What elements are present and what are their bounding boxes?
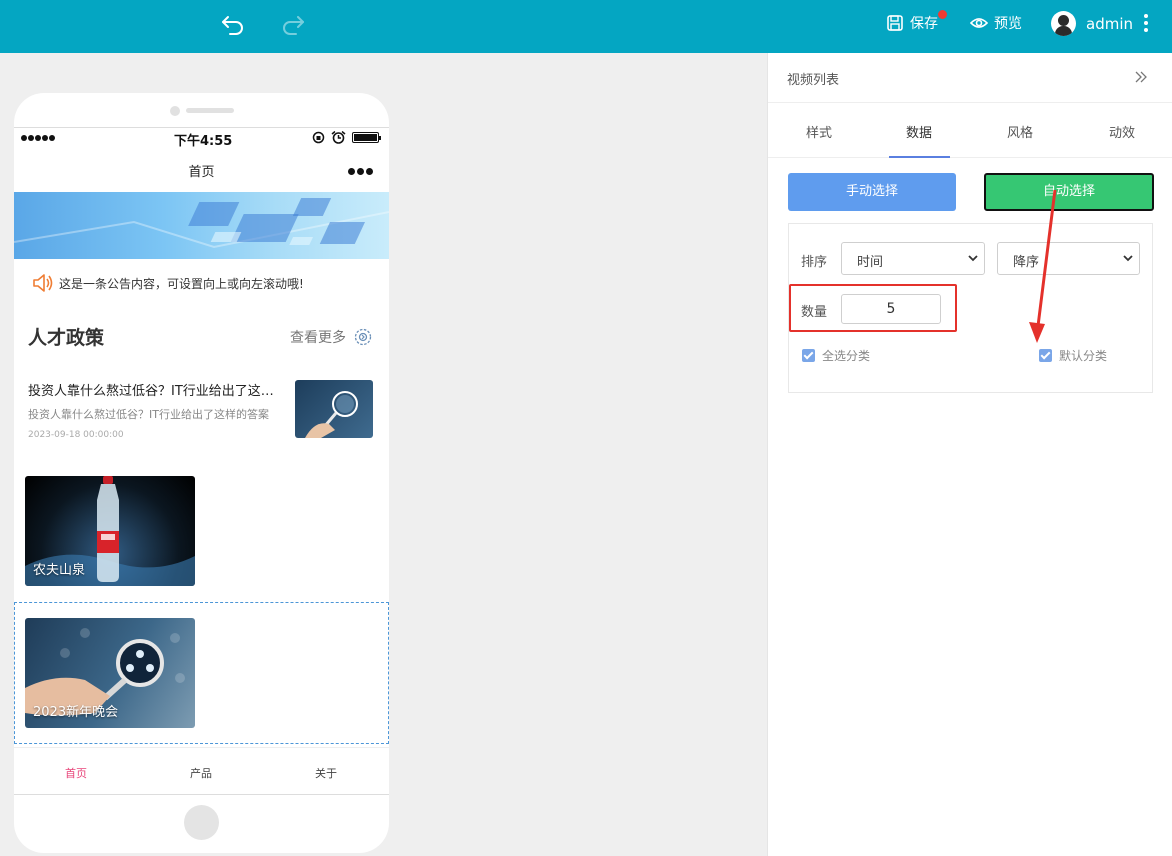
gear-arrow-icon — [354, 328, 372, 346]
notice-bar: 这是一条公告内容，可设置向上或向左滚动哦! — [32, 273, 304, 293]
top-toolbar: 保存 预览 admin — [0, 0, 1172, 53]
avatar — [1051, 11, 1076, 36]
sort-order-select[interactable]: 降序 — [997, 242, 1140, 275]
phone-tabbar: 首页 产品 关于 — [14, 747, 389, 795]
video-caption: 2023新年晚会 — [33, 705, 119, 720]
signal-icon — [21, 135, 56, 141]
status-time: 下午4:55 — [174, 134, 233, 149]
phone-navbar: 首页 — [14, 150, 389, 192]
unsaved-dot — [938, 10, 947, 19]
banner-image[interactable] — [14, 192, 389, 259]
page-title: 首页 — [188, 165, 215, 180]
phone-camera — [170, 106, 180, 116]
article-item[interactable]: 投资人靠什么熬过低谷？IT行业给出了这样的答案 投资人靠什么熬过低谷？IT行业给… — [28, 378, 374, 440]
panel-header: 视频列表 — [768, 53, 1172, 103]
video-caption: 农夫山泉 — [33, 563, 86, 578]
chevron-down-icon — [968, 255, 978, 262]
banner-graphic — [14, 198, 389, 249]
user-menu[interactable]: admin — [1051, 11, 1133, 36]
battery-icon — [352, 132, 381, 143]
alarm-icon — [331, 131, 346, 144]
auto-select-button[interactable]: 自动选择 — [984, 173, 1154, 211]
rotation-lock-icon — [312, 131, 325, 144]
preview-button[interactable]: 预览 — [970, 13, 1022, 33]
article-title: 投资人靠什么熬过低谷？IT行业给出了这样的答案 — [28, 384, 278, 399]
notice-text: 这是一条公告内容，可设置向上或向左滚动哦! — [59, 276, 304, 291]
quantity-label: 数量 — [801, 305, 828, 320]
article-date: 2023-09-18 00:00:00 — [28, 430, 124, 440]
preview-label: 预览 — [994, 16, 1022, 32]
save-label: 保存 — [910, 16, 938, 32]
tab-about[interactable]: 关于 — [296, 765, 356, 781]
panel-tabs: 样式 数据 风格 动效 — [768, 103, 1172, 158]
section-title: 人才政策 — [28, 327, 105, 349]
sort-field-select[interactable]: 时间 — [841, 242, 985, 275]
more-horizontal-icon[interactable] — [348, 168, 375, 175]
sort-label: 排序 — [801, 255, 828, 270]
undo-icon[interactable] — [220, 12, 246, 36]
video-item[interactable]: 农夫山泉 — [25, 476, 195, 586]
tab-products[interactable]: 产品 — [171, 765, 231, 781]
save-button[interactable]: 保存 — [886, 10, 947, 33]
eye-icon — [970, 18, 988, 28]
checkbox-checked-icon — [1039, 349, 1052, 362]
default-category-checkbox[interactable]: 默认分类 — [1039, 347, 1107, 364]
username: admin — [1086, 14, 1133, 33]
properties-panel: 视频列表 样式 数据 风格 动效 手动选择 自动选择 排序 时间 降序 数量 5… — [767, 53, 1172, 856]
chevron-down-icon — [1123, 255, 1133, 262]
see-more-label: 查看更多 — [290, 330, 346, 346]
tab-home[interactable]: 首页 — [46, 765, 106, 781]
panel-title: 视频列表 — [787, 73, 840, 88]
see-more-link[interactable]: 查看更多 — [290, 327, 372, 347]
speaker-icon — [33, 274, 53, 292]
check-all-categories[interactable]: 全选分类 — [802, 347, 870, 364]
double-chevron-right-icon[interactable] — [1134, 70, 1148, 84]
tab-style[interactable]: 样式 — [789, 122, 849, 141]
video-item[interactable]: 2023新年晚会 — [25, 618, 195, 728]
auto-select-form: 排序 时间 降序 数量 5 全选分类 默认分类 — [788, 223, 1153, 393]
active-tab-indicator — [889, 156, 950, 158]
quantity-input[interactable]: 5 — [841, 294, 941, 324]
manual-select-button[interactable]: 手动选择 — [788, 173, 956, 211]
status-bar: 下午4:55 — [14, 128, 389, 150]
checkbox-checked-icon — [802, 349, 815, 362]
phone-home-button[interactable] — [184, 805, 219, 840]
redo-icon[interactable] — [280, 12, 306, 36]
article-thumbnail — [295, 380, 373, 438]
article-summary: 投资人靠什么熬过低谷？IT行业给出了这样的答案 — [28, 408, 269, 421]
tab-data[interactable]: 数据 — [889, 122, 949, 141]
save-icon — [887, 15, 903, 31]
tab-animation[interactable]: 动效 — [1092, 122, 1152, 141]
phone-speaker — [186, 108, 234, 113]
phone-preview: 下午4:55 首页 这是一条公告内容，可设置向上或向左滚动哦! 人才政策 查看更… — [14, 93, 389, 853]
more-vertical-icon[interactable] — [1143, 14, 1149, 32]
tab-theme[interactable]: 风格 — [990, 122, 1050, 141]
